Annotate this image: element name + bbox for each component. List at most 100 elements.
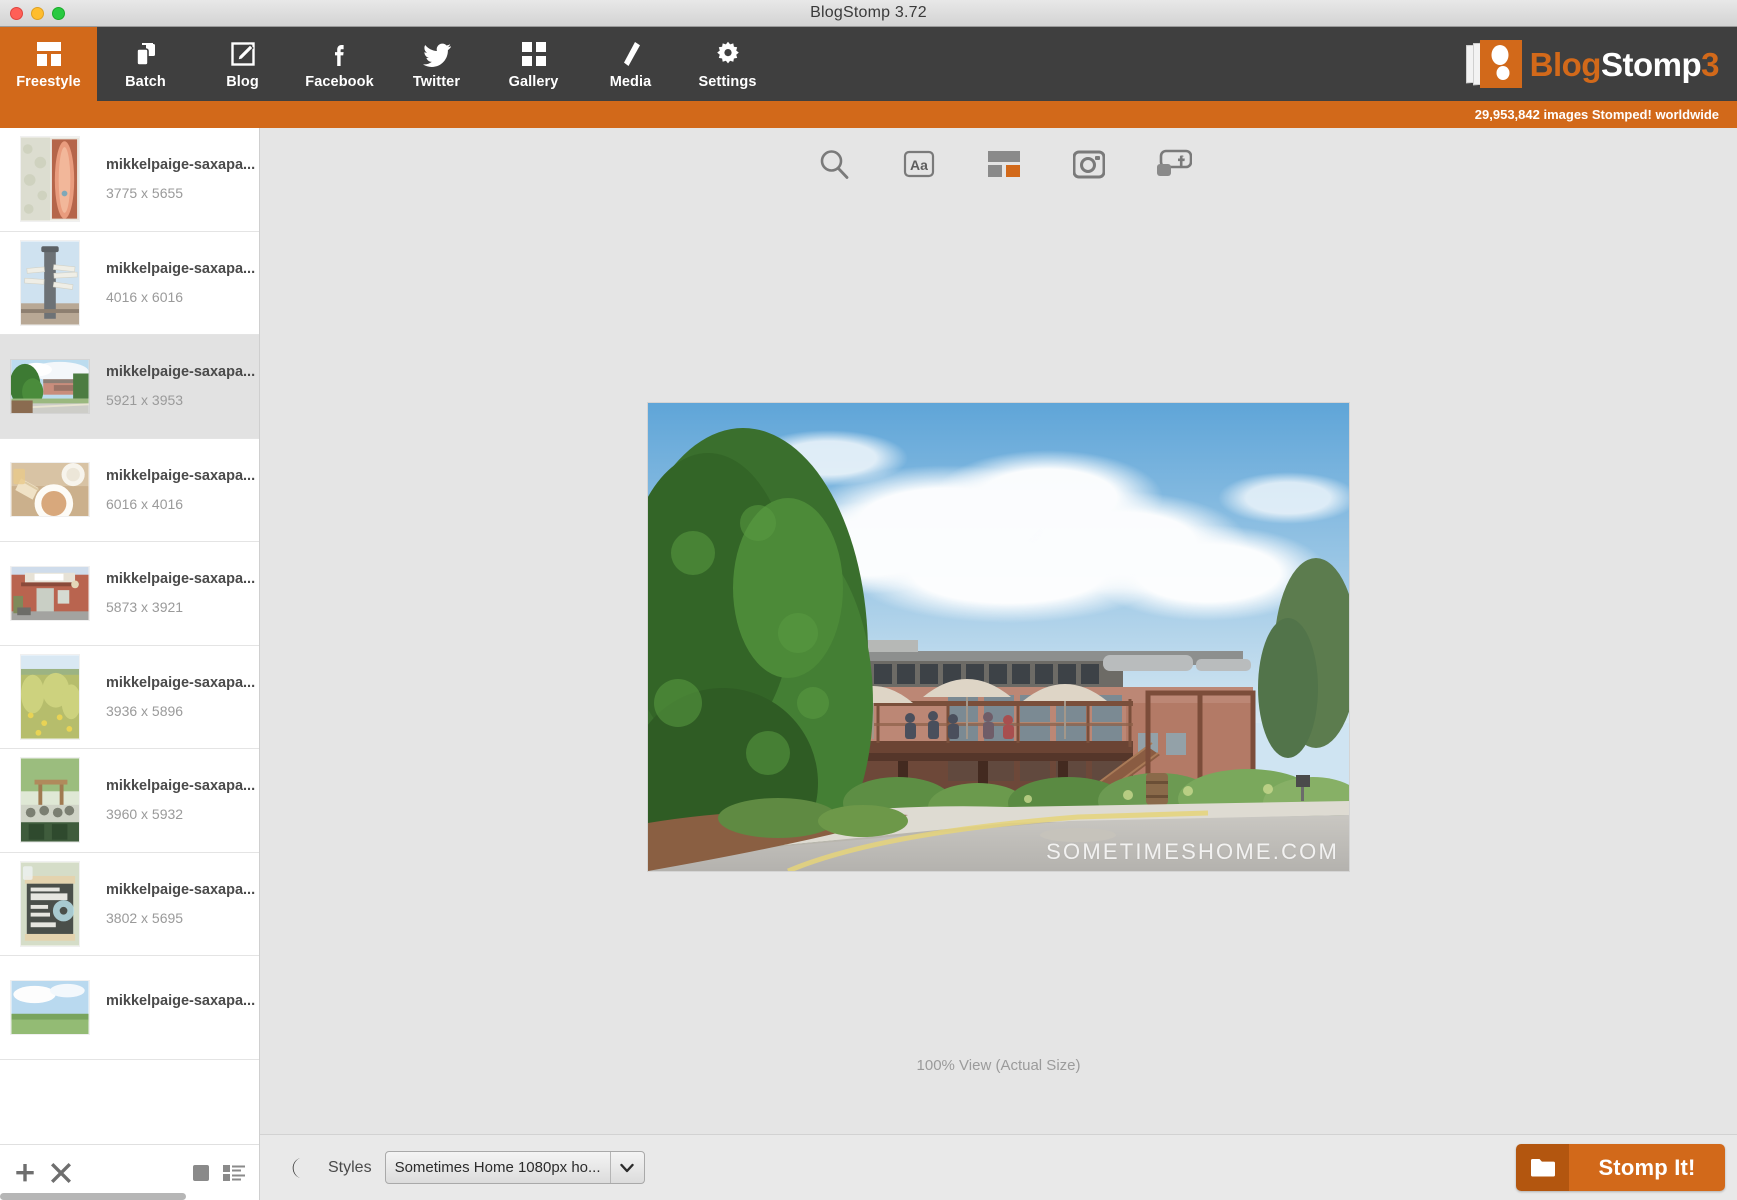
instagram-camera-icon[interactable] (1068, 144, 1110, 184)
single-view-icon[interactable] (192, 1164, 210, 1182)
window-title-bar: BlogStomp 3.72 (0, 0, 1737, 27)
footprint-shape-icon (1491, 45, 1510, 80)
nav-item-twitter[interactable]: Twitter (388, 27, 485, 101)
brand-part-version: 3 (1701, 45, 1719, 83)
kayak-on-brick-wall-thumb (20, 136, 80, 223)
cake-doughnut-chalkboard-thumb (20, 860, 80, 947)
window-title: BlogStomp 3.72 (810, 4, 927, 21)
list-view-icon[interactable] (223, 1164, 245, 1182)
nav-label-twitter: Twitter (412, 73, 461, 90)
media-pen-icon (618, 39, 644, 69)
close-x-icon[interactable] (50, 1162, 72, 1184)
chevron-down-icon[interactable] (609, 1152, 644, 1183)
app-body: mikkelpaige-saxapa... 3775 x 5655 mikkel… (0, 128, 1737, 1200)
thumbnail-meta: mikkelpaige-saxapa... 3936 x 5896 (106, 675, 255, 719)
nav-item-facebook[interactable]: Facebook (291, 27, 388, 101)
plus-icon[interactable] (14, 1162, 36, 1184)
thumbnail (10, 135, 90, 223)
sky-landscape-thumb (10, 979, 90, 1035)
search-magnifier-icon[interactable] (813, 144, 855, 184)
photo-watermark: SOMETIMESHOME.COM (1046, 839, 1339, 864)
nav-label-facebook: Facebook (305, 73, 374, 90)
file-name: mikkelpaige-saxapa... (106, 157, 256, 174)
file-name: mikkelpaige-saxapa... (106, 993, 256, 1010)
moon-icon[interactable] (284, 1156, 306, 1180)
list-item[interactable]: mikkelpaige-saxapa... 4016 x 6016 (0, 231, 259, 335)
file-dimensions: 4016 x 6016 (106, 288, 184, 305)
thumbnail (10, 756, 90, 844)
nav-item-freestyle[interactable]: Freestyle (0, 27, 97, 101)
nav-item-batch[interactable]: Batch (97, 27, 194, 101)
preview-photo[interactable]: SOMETIMESHOME.COM (648, 403, 1349, 871)
outdoor-patio-crowd-thumb (20, 757, 80, 844)
file-name: mikkelpaige-saxapa... (106, 778, 256, 795)
list-item[interactable]: mikkelpaige-saxapa... 3936 x 5896 (0, 645, 259, 749)
thumbnail-meta: mikkelpaige-saxapa... 3802 x 5695 (106, 881, 256, 926)
footprint-logo-icon (1465, 40, 1522, 88)
scrollbar-thumb[interactable] (0, 1193, 187, 1200)
thumbnail-meta: mikkelpaige-saxapa... 5873 x 3921 (106, 571, 255, 616)
text-aa-icon[interactable]: Aa (898, 144, 940, 184)
list-item[interactable]: mikkelpaige-saxapa... 3960 x 5932 (0, 749, 259, 853)
thumbnail (10, 342, 90, 430)
list-item[interactable]: mikkelpaige-saxapa... (0, 956, 259, 1060)
close-window-button[interactable] (10, 6, 23, 20)
wildflower-meadow-thumb (20, 653, 80, 740)
signpost-tower-thumb (20, 239, 80, 326)
folder-icon (1516, 1144, 1569, 1191)
brand-part-stomp: Stomp (1600, 45, 1702, 83)
twitter-bird-icon (422, 39, 452, 69)
nav-label-settings: Settings (698, 73, 757, 90)
list-item[interactable]: mikkelpaige-saxapa... 3802 x 5695 (0, 852, 259, 956)
bottom-toolbar: Styles Sometimes Home 1080px ho... Stomp… (260, 1134, 1737, 1200)
nav-label-batch: Batch (125, 73, 166, 90)
file-name: mikkelpaige-saxapa... (106, 260, 256, 277)
file-dimensions: 5873 x 3921 (106, 599, 184, 616)
stomp-counter-text: 29,953,842 images Stomped! worldwide (1474, 107, 1719, 122)
file-dimensions: 3802 x 5695 (106, 909, 184, 926)
main-panel: Aa SOMETIMESHOME.COM 100% View (Actual S… (260, 128, 1737, 1200)
list-item[interactable]: mikkelpaige-saxapa... 5873 x 3921 (0, 542, 259, 646)
sidebar-horizontal-scrollbar[interactable] (0, 1193, 259, 1200)
list-item[interactable]: mikkelpaige-saxapa... 3775 x 5655 (0, 128, 259, 232)
thumbnail (10, 653, 90, 741)
file-dimensions: 5921 x 3953 (106, 392, 184, 409)
list-item[interactable]: mikkelpaige-saxapa... 6016 x 4016 (0, 438, 259, 542)
nav-label-blog: Blog (226, 73, 259, 90)
thumbnail (10, 860, 90, 948)
list-item[interactable]: mikkelpaige-saxapa... 5921 x 3953 (0, 335, 259, 439)
thumbnail (10, 446, 90, 534)
file-name: mikkelpaige-saxapa... (106, 881, 256, 898)
thumbnail (10, 239, 90, 327)
nav-item-gallery[interactable]: Gallery (485, 27, 582, 101)
thumbnail (10, 963, 90, 1051)
facebook-share-icon[interactable] (1153, 144, 1195, 184)
nav-label-freestyle: Freestyle (16, 73, 81, 90)
editor-toolbar: Aa (260, 128, 1737, 200)
preview-image-frame[interactable]: SOMETIMESHOME.COM (648, 403, 1349, 871)
window-controls[interactable] (10, 0, 65, 26)
image-list-sidebar: mikkelpaige-saxapa... 3775 x 5655 mikkel… (0, 128, 260, 1200)
mill-building-street-thumb (10, 358, 90, 414)
maximize-window-button[interactable] (52, 6, 65, 20)
nav-item-settings[interactable]: Settings (679, 27, 776, 101)
minimize-window-button[interactable] (31, 6, 44, 20)
image-list[interactable]: mikkelpaige-saxapa... 3775 x 5655 mikkel… (0, 128, 259, 1144)
nav-item-media[interactable]: Media (582, 27, 679, 101)
file-dimensions: 3936 x 5896 (106, 702, 184, 719)
nav-item-blog[interactable]: Blog (194, 27, 291, 101)
styles-selected-value: Sometimes Home 1080px ho... (394, 1159, 601, 1176)
layout-grid-icon[interactable] (983, 144, 1025, 184)
styles-dropdown[interactable]: Sometimes Home 1080px ho... (384, 1151, 645, 1184)
zoom-level-label: 100% View (Actual Size) (916, 1057, 1081, 1074)
preview-canvas: SOMETIMESHOME.COM 100% View (Actual Size… (260, 200, 1737, 1134)
batch-copy-icon (132, 39, 160, 69)
stomp-it-button[interactable]: Stomp It! (1516, 1144, 1725, 1191)
thumbnail-meta: mikkelpaige-saxapa... 3775 x 5655 (106, 157, 256, 201)
blog-pencil-square-icon (229, 39, 257, 69)
brand-wordmark: BlogStomp3 (1530, 45, 1720, 83)
file-dimensions: 6016 x 4016 (106, 495, 184, 512)
nav-label-gallery: Gallery (508, 73, 559, 90)
settings-gear-icon (714, 39, 742, 69)
svg-text:Aa: Aa (910, 157, 928, 173)
